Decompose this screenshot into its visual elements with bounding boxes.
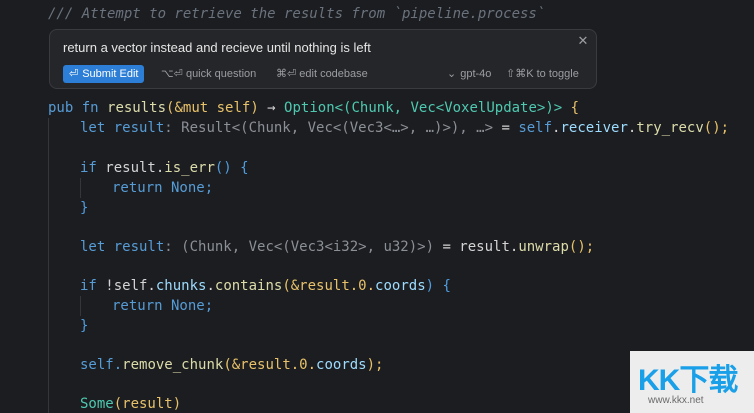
code-line: return None; bbox=[112, 298, 214, 314]
close-icon[interactable]: ✕ bbox=[576, 34, 590, 48]
doc-comment: /// Attempt to retrieve the results from… bbox=[48, 6, 546, 22]
toggle-hint: ⇧⌘K to toggle bbox=[506, 68, 579, 80]
enter-icon: ⏎ bbox=[69, 68, 79, 80]
watermark: KK下载 www.kkx.net bbox=[630, 351, 754, 413]
code-line: if !self.chunks.contains(&result.0.coord… bbox=[80, 278, 451, 294]
code-editor[interactable]: /// Attempt to retrieve the results from… bbox=[0, 0, 754, 413]
watermark-logo: KK下载 bbox=[638, 364, 738, 397]
model-selector[interactable]: ⌄ gpt-4o bbox=[447, 67, 492, 81]
inline-edit-prompt[interactable]: return a vector instead and recieve unti… bbox=[49, 29, 597, 89]
edit-codebase-shortcut[interactable]: ⌘⏎ edit codebase bbox=[276, 67, 368, 80]
code-line: let result: (Chunk, Vec<(Vec3<i32>, u32)… bbox=[80, 239, 595, 255]
fn-signature: pub fn results(&mut self) → Option<(Chun… bbox=[48, 100, 580, 116]
code-line: let result: Result<(Chunk, Vec<(Vec3<…>,… bbox=[80, 120, 730, 136]
model-label: gpt-4o bbox=[460, 67, 492, 80]
code-line: return None; bbox=[112, 180, 214, 196]
code-line: if result.is_err() { bbox=[80, 160, 249, 176]
indent-guide bbox=[48, 118, 49, 413]
code-line: } bbox=[80, 200, 89, 216]
chevron-down-icon: ⌄ bbox=[447, 68, 457, 80]
quick-question-shortcut[interactable]: ⌥⏎ quick question bbox=[161, 67, 256, 80]
submit-edit-button[interactable]: ⏎ Submit Edit bbox=[63, 65, 145, 83]
indent-guide bbox=[80, 178, 81, 198]
indent-guide bbox=[80, 296, 81, 316]
code-line: Some(result) bbox=[80, 396, 182, 412]
code-line: self.remove_chunk(&result.0.coords); bbox=[80, 357, 384, 373]
code-line: } bbox=[80, 318, 89, 334]
prompt-input[interactable]: return a vector instead and recieve unti… bbox=[63, 40, 371, 55]
submit-edit-label: Submit Edit bbox=[82, 68, 139, 80]
watermark-url: www.kkx.net bbox=[648, 395, 704, 406]
